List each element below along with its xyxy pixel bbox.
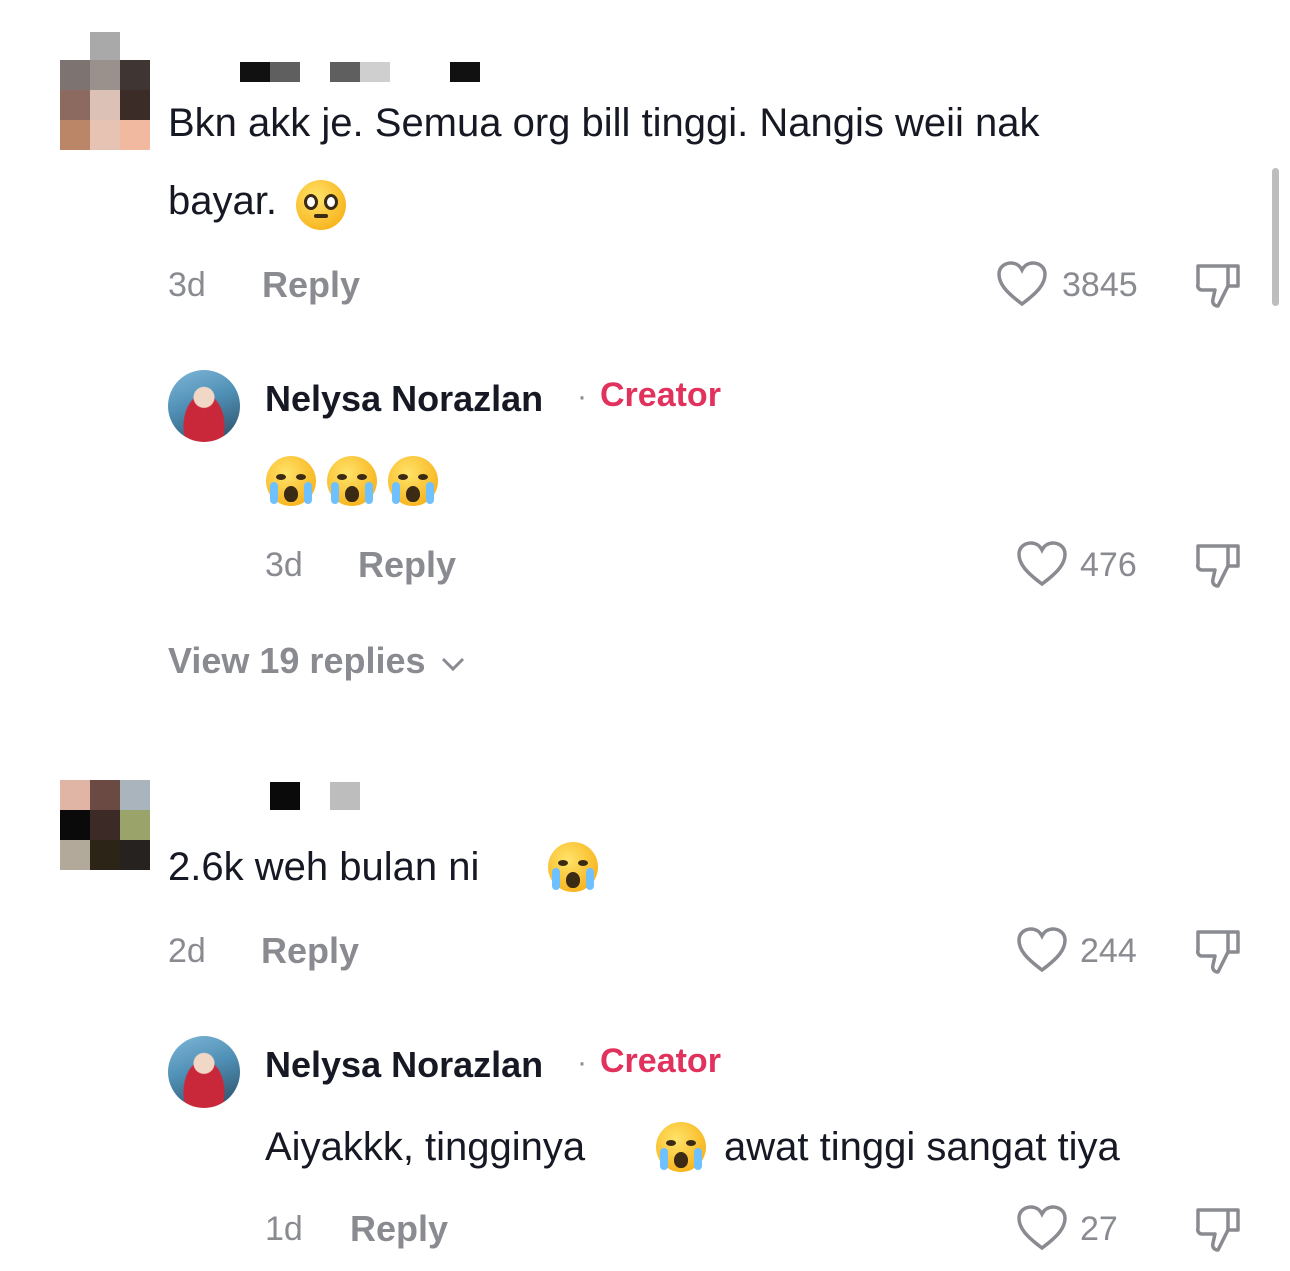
like-count: 27 (1080, 1210, 1118, 1248)
loudly-crying-face-icon (548, 842, 598, 892)
reply-author-name[interactable]: Nelysa Norazlan (265, 1044, 543, 1086)
reply-time: 3d (265, 546, 303, 584)
loudly-crying-face-icon (656, 1122, 706, 1172)
reply-text-before: Aiyakkk, tingginya (265, 1125, 586, 1169)
reply-button[interactable]: Reply (261, 930, 359, 972)
censored-avatar[interactable] (60, 780, 150, 870)
reply-text-after: awat tinggi sangat tiya (724, 1125, 1120, 1169)
dislike-icon[interactable] (1194, 542, 1242, 590)
reply-button[interactable]: Reply (262, 264, 360, 306)
separator-dot: · (577, 380, 587, 413)
view-replies-button[interactable]: View 19 replies (168, 640, 466, 682)
loudly-crying-face-icon (266, 456, 316, 506)
heart-icon[interactable] (1016, 926, 1068, 974)
comment-time: 2d (168, 932, 206, 970)
view-replies-label: View 19 replies (168, 640, 426, 681)
loudly-crying-face-icon (327, 456, 377, 506)
creator-avatar[interactable] (168, 1036, 240, 1108)
like-count: 244 (1080, 932, 1137, 970)
creator-badge: Creator (600, 376, 721, 414)
dislike-icon[interactable] (1194, 262, 1242, 310)
dislike-icon[interactable] (1194, 1206, 1242, 1254)
separator-dot: · (577, 1046, 587, 1079)
censored-avatar[interactable] (60, 60, 150, 150)
like-count: 476 (1080, 546, 1137, 584)
censored-avatar-top (90, 32, 120, 60)
heart-icon[interactable] (996, 260, 1048, 308)
dislike-icon[interactable] (1194, 928, 1242, 976)
reply-time: 1d (265, 1210, 303, 1248)
reply-button[interactable]: Reply (358, 544, 456, 586)
like-count: 3845 (1062, 266, 1138, 304)
creator-badge: Creator (600, 1042, 721, 1080)
heart-icon[interactable] (1016, 1204, 1068, 1252)
reply-button[interactable]: Reply (350, 1208, 448, 1250)
chevron-down-icon (441, 657, 464, 672)
comment-time: 3d (168, 266, 206, 304)
creator-avatar[interactable] (168, 370, 240, 442)
pleading-face-emoji-icon (296, 180, 346, 230)
loudly-crying-face-icon (388, 456, 438, 506)
scrollbar[interactable] (1272, 168, 1279, 306)
heart-icon[interactable] (1016, 540, 1068, 588)
comment-text: 2.6k weh bulan ni (168, 845, 480, 889)
reply-author-name[interactable]: Nelysa Norazlan (265, 378, 543, 420)
